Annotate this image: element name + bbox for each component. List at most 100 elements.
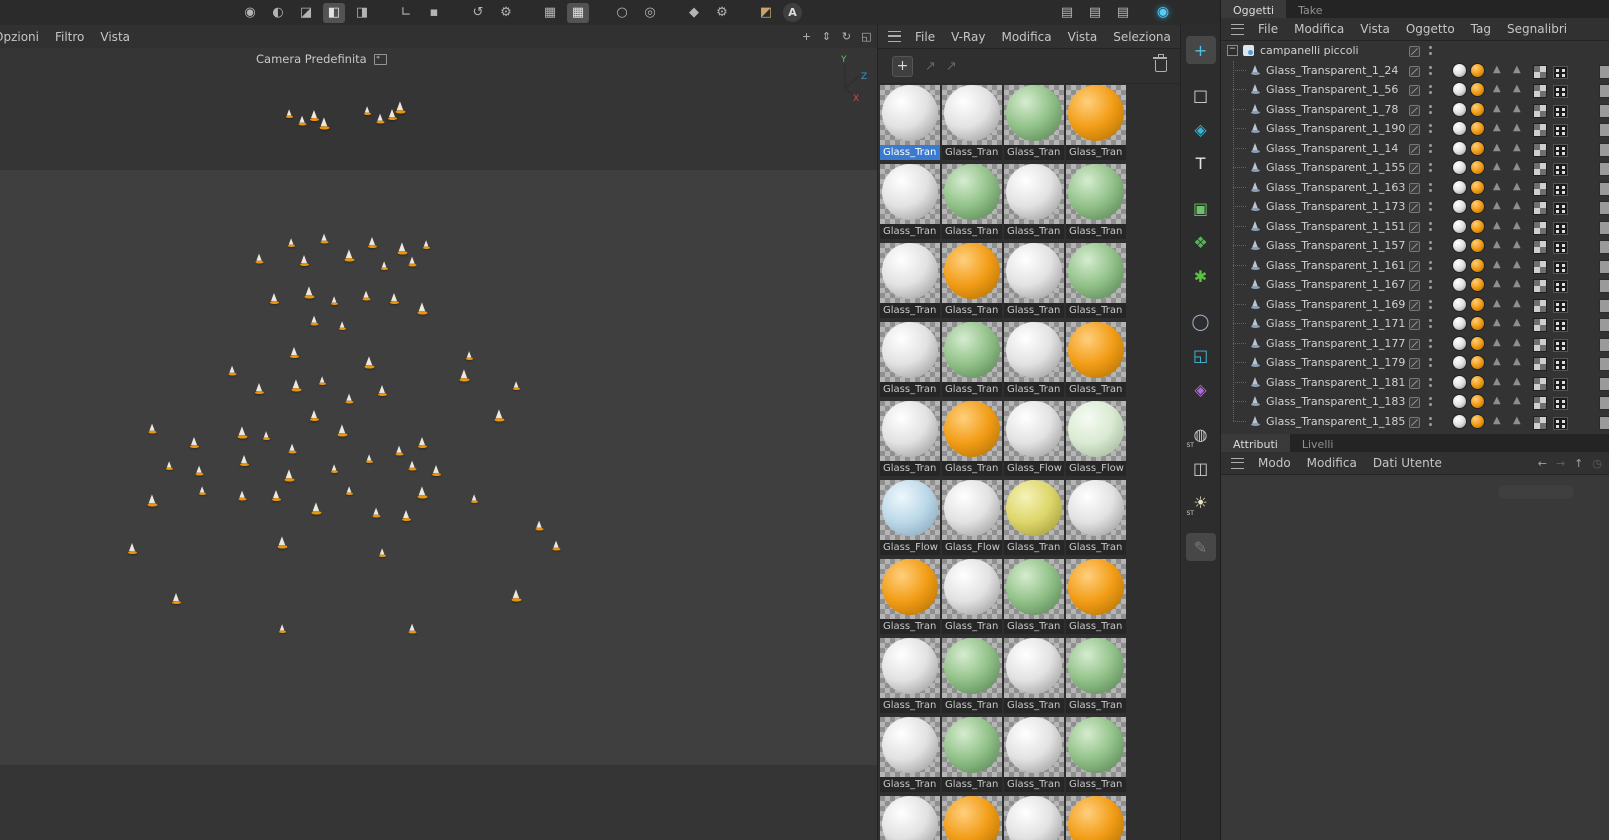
material-tile[interactable]: Glass_Tran bbox=[1066, 478, 1126, 555]
film-tag-icon[interactable] bbox=[1553, 260, 1568, 274]
phong-tag-icon[interactable]: ▲ bbox=[1493, 201, 1501, 211]
visibility-dots-icon[interactable] bbox=[1429, 319, 1432, 322]
edit-toggle-icon[interactable] bbox=[1409, 104, 1420, 116]
texture-tag-white-icon[interactable] bbox=[1453, 219, 1466, 233]
material-tile[interactable]: Glass_Tran bbox=[880, 241, 940, 318]
smoothing-tag-icon[interactable]: ▲ bbox=[1513, 396, 1521, 406]
edit-toggle-icon[interactable] bbox=[1409, 358, 1420, 369]
texture-tag-orange-icon[interactable] bbox=[1471, 278, 1484, 291]
edit-toggle-icon[interactable] bbox=[1409, 182, 1420, 194]
material-tile[interactable]: Glass_Flow bbox=[942, 478, 1002, 555]
edit-toggle-icon[interactable] bbox=[1409, 124, 1420, 135]
texture-tag-white-icon[interactable] bbox=[1453, 258, 1466, 272]
material-tile[interactable]: Glass_Tran bbox=[942, 320, 1002, 397]
viewport-menu-vista[interactable]: Vista bbox=[92, 30, 138, 44]
uvw-tag-icon[interactable] bbox=[1533, 240, 1547, 254]
texture-tag-orange-icon[interactable] bbox=[1471, 122, 1484, 135]
bell-object[interactable] bbox=[330, 296, 339, 306]
bell-object[interactable] bbox=[395, 101, 406, 114]
clipped-tag-icon[interactable] bbox=[1599, 318, 1609, 332]
texture-tag-white-icon[interactable] bbox=[1453, 122, 1466, 135]
axis-mode-icon[interactable]: ∟ bbox=[395, 3, 417, 23]
clipped-tag-icon[interactable] bbox=[1599, 201, 1609, 215]
tree-row[interactable]: Glass_Transparent_1_169 ▲ ▲ bbox=[1221, 295, 1609, 315]
film-tag-icon[interactable] bbox=[1553, 280, 1568, 293]
uvw-tag-icon[interactable] bbox=[1533, 259, 1547, 274]
smoothing-tag-icon[interactable]: ▲ bbox=[1513, 84, 1521, 94]
uvw-tag-icon[interactable] bbox=[1533, 396, 1547, 410]
texture-tag-white-icon[interactable] bbox=[1453, 161, 1466, 174]
bell-object[interactable] bbox=[380, 261, 389, 271]
film-tag-icon[interactable] bbox=[1553, 163, 1568, 176]
bell-object[interactable] bbox=[240, 455, 249, 467]
tab-attributi[interactable]: Attributi bbox=[1221, 434, 1290, 452]
tree-row[interactable]: Glass_Transparent_1_190 ▲ ▲ bbox=[1221, 119, 1609, 139]
bell-object[interactable] bbox=[459, 369, 470, 382]
field-icon[interactable]: ◯ bbox=[1186, 307, 1216, 335]
tree-row[interactable]: Glass_Transparent_1_155 ▲ ▲ bbox=[1221, 158, 1609, 178]
bell-object[interactable] bbox=[237, 426, 248, 439]
clipped-tag-icon[interactable] bbox=[1599, 415, 1609, 430]
film-tag-icon[interactable] bbox=[1553, 377, 1568, 391]
bell-object[interactable] bbox=[228, 365, 237, 377]
bell-object[interactable] bbox=[345, 393, 354, 405]
render-view-icon[interactable]: ◉ bbox=[239, 3, 261, 23]
bell-object[interactable] bbox=[277, 536, 288, 549]
bell-object[interactable] bbox=[148, 423, 157, 435]
texture-tag-white-icon[interactable] bbox=[1453, 414, 1466, 428]
texture-tag-orange-icon[interactable] bbox=[1471, 180, 1484, 194]
bell-object[interactable] bbox=[390, 293, 399, 305]
phong-tag-icon[interactable]: ▲ bbox=[1493, 318, 1501, 328]
bell-object[interactable] bbox=[291, 379, 302, 392]
cube-tool-icon[interactable]: ◧ bbox=[323, 2, 345, 23]
material-tile[interactable]: Glass_Tran bbox=[1066, 636, 1126, 713]
collapse-icon[interactable]: − bbox=[1227, 45, 1238, 57]
texture-tag-orange-icon[interactable] bbox=[1471, 141, 1484, 155]
bell-object[interactable] bbox=[470, 494, 479, 504]
target-tool-icon[interactable]: ◎ bbox=[639, 3, 661, 23]
edit-toggle-icon[interactable] bbox=[1409, 280, 1420, 291]
bell-object[interactable] bbox=[338, 321, 347, 331]
bell-object[interactable] bbox=[288, 443, 297, 455]
texture-tag-orange-icon[interactable] bbox=[1471, 83, 1484, 96]
phong-tag-icon[interactable]: ▲ bbox=[1493, 162, 1501, 172]
film-tag-icon[interactable] bbox=[1553, 85, 1568, 98]
bell-object[interactable] bbox=[345, 486, 354, 496]
texture-tag-white-icon[interactable] bbox=[1453, 356, 1466, 369]
material-menu-modifica[interactable]: Modifica bbox=[993, 30, 1059, 44]
bell-object[interactable] bbox=[408, 460, 417, 472]
phong-tag-icon[interactable]: ▲ bbox=[1493, 357, 1501, 367]
material-tile[interactable]: Glass_Tran bbox=[1004, 636, 1064, 713]
bell-object[interactable] bbox=[422, 240, 431, 250]
phong-tag-icon[interactable]: ▲ bbox=[1493, 220, 1501, 231]
up-icon[interactable]: ↑ bbox=[1574, 457, 1583, 470]
instance-icon[interactable]: ◈ bbox=[1186, 375, 1216, 403]
camera-icon[interactable]: ◫ bbox=[1186, 454, 1216, 482]
tree-row[interactable]: Glass_Transparent_1_181 ▲ ▲ bbox=[1221, 373, 1609, 393]
export-arrow-icon[interactable]: ↗ bbox=[946, 59, 957, 74]
bell-object[interactable] bbox=[417, 302, 428, 315]
texture-tag-white-icon[interactable] bbox=[1453, 200, 1466, 213]
film-tag-icon[interactable] bbox=[1553, 124, 1568, 137]
tree-row-parent[interactable]: − campanelli piccoli bbox=[1221, 41, 1609, 61]
bell-object[interactable] bbox=[287, 238, 296, 248]
tree-row[interactable]: Glass_Transparent_1_163 ▲ ▲ bbox=[1221, 178, 1609, 198]
bell-object[interactable] bbox=[397, 242, 408, 255]
bell-object[interactable] bbox=[147, 494, 158, 507]
material-tile[interactable]: Glass_Flow bbox=[880, 478, 940, 555]
uvw-tag-icon[interactable] bbox=[1533, 162, 1547, 176]
material-tile[interactable]: Glass_Tran bbox=[942, 636, 1002, 713]
bell-object[interactable] bbox=[368, 237, 377, 249]
phong-tag-icon[interactable]: ▲ bbox=[1493, 376, 1501, 387]
bell-object[interactable] bbox=[255, 253, 264, 265]
clipped-tag-icon[interactable] bbox=[1599, 357, 1609, 371]
render-region-icon[interactable]: ◐ bbox=[267, 3, 289, 23]
visibility-dots-icon[interactable] bbox=[1429, 221, 1432, 225]
bell-object[interactable] bbox=[278, 624, 287, 634]
bell-object[interactable] bbox=[376, 113, 385, 125]
texture-tag-white-icon[interactable] bbox=[1453, 102, 1466, 116]
tree-row[interactable]: Glass_Transparent_1_179 ▲ ▲ bbox=[1221, 353, 1609, 373]
material-tile[interactable]: Glass_Tran bbox=[1066, 241, 1126, 318]
pan-view-icon[interactable]: + bbox=[798, 30, 815, 43]
visibility-dots-icon[interactable] bbox=[1429, 338, 1432, 342]
